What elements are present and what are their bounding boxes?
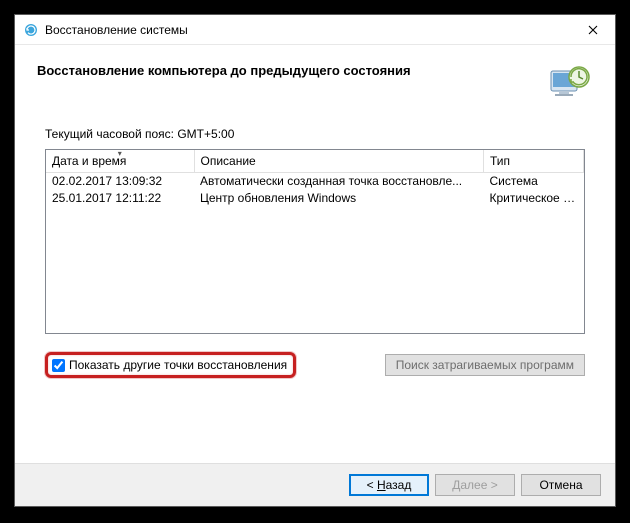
table-row[interactable]: 25.01.2017 12:11:22 Центр обновления Win… (46, 190, 584, 207)
close-button[interactable] (570, 15, 615, 45)
header: Восстановление компьютера до предыдущего… (15, 45, 615, 117)
show-more-checkbox[interactable] (52, 359, 65, 372)
page-heading: Восстановление компьютера до предыдущего… (37, 61, 535, 78)
app-icon (23, 22, 39, 38)
restore-icon (545, 61, 593, 109)
system-restore-window: Восстановление системы Восстановление ко… (14, 14, 616, 507)
restore-points-table[interactable]: ▾ Дата и время Описание Тип 02.02.2017 1… (45, 149, 585, 334)
controls-row: Показать другие точки восстановления Пои… (45, 352, 585, 378)
window-title: Восстановление системы (45, 23, 570, 37)
body: Текущий часовой пояс: GMT+5:00 ▾ Дата и … (15, 117, 615, 463)
timezone-label: Текущий часовой пояс: GMT+5:00 (45, 127, 585, 141)
column-header-description[interactable]: Описание (194, 150, 484, 173)
titlebar: Восстановление системы (15, 15, 615, 45)
sort-desc-icon: ▾ (118, 150, 122, 158)
table-row[interactable]: 02.02.2017 13:09:32 Автоматически создан… (46, 173, 584, 191)
column-header-date[interactable]: ▾ Дата и время (46, 150, 194, 173)
show-more-label[interactable]: Показать другие точки восстановления (69, 358, 287, 372)
wizard-footer: < Назад Далее > Отмена (15, 463, 615, 506)
scan-programs-button: Поиск затрагиваемых программ (385, 354, 585, 376)
back-button[interactable]: < Назад (349, 474, 429, 496)
column-header-type[interactable]: Тип (484, 150, 584, 173)
next-button: Далее > (435, 474, 515, 496)
cancel-button[interactable]: Отмена (521, 474, 601, 496)
show-more-highlight: Показать другие точки восстановления (45, 352, 296, 378)
